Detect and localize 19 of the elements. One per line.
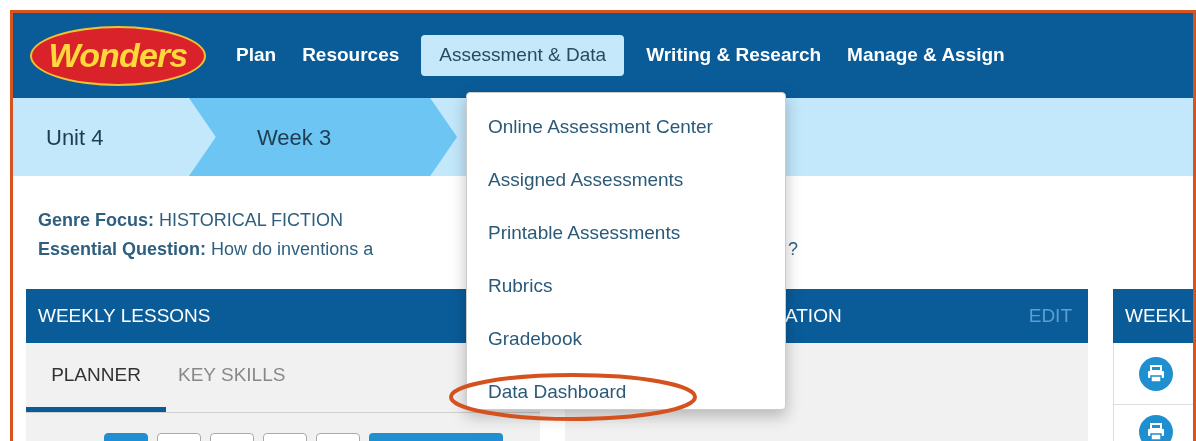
panel-tab[interactable]: PLANNER xyxy=(26,343,166,412)
nav-item[interactable]: Writing & Research xyxy=(642,35,826,76)
nav-item[interactable]: Manage & Assign xyxy=(843,35,1009,76)
nav-item[interactable]: Resources xyxy=(298,35,404,76)
nav-item[interactable]: Plan xyxy=(232,35,281,76)
breadcrumb-step[interactable]: Week 3 xyxy=(189,98,457,176)
print-icon[interactable] xyxy=(1139,356,1173,391)
panel-title: ATION xyxy=(785,303,842,328)
genre-focus: Genre Focus: HISTORICAL FICTION xyxy=(38,209,344,232)
menu-item[interactable]: Assigned Assessments xyxy=(467,154,785,207)
panel-header: WEEKL xyxy=(1113,289,1193,343)
logo[interactable]: Wonders xyxy=(30,25,206,86)
nav-item[interactable]: Assessment & Data xyxy=(421,35,625,76)
menu-item[interactable]: Data Dashboard xyxy=(467,366,785,419)
menu-item[interactable]: Printable Assessments xyxy=(467,207,785,260)
menu-item[interactable]: Online Assessment Center xyxy=(467,101,785,154)
essential-question: Essential Question: How do inventions a xyxy=(38,238,375,261)
print-icon[interactable] xyxy=(1139,415,1173,441)
question-mark: ? xyxy=(788,238,798,261)
